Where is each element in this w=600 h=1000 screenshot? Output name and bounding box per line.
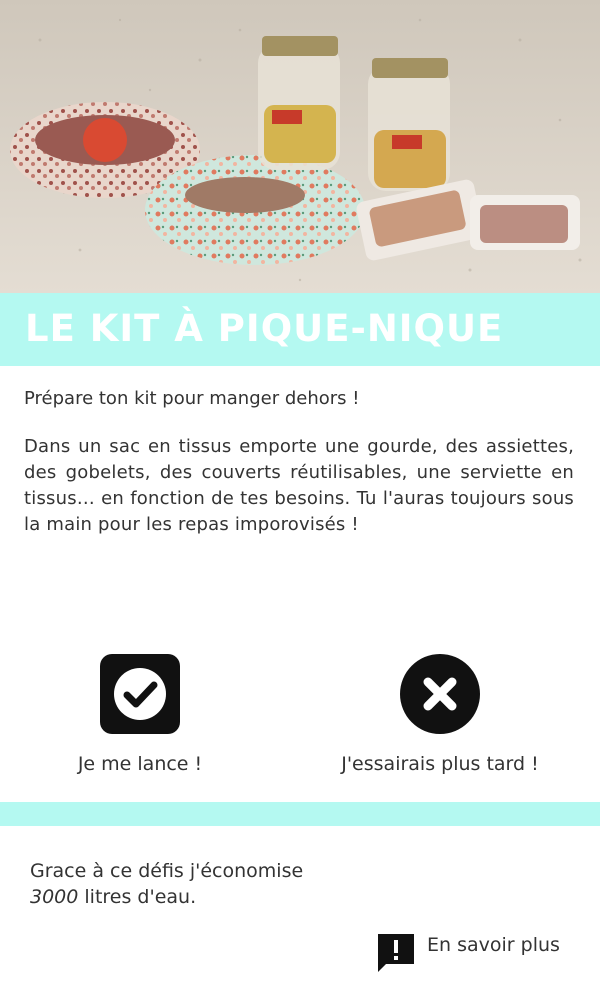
description-text: Dans un sac en tissus emporte une gourde… [24,436,574,535]
page-title: LE KIT À PIQUE-NIQUE [25,307,504,350]
picnic-photo [0,0,600,293]
check-icon[interactable] [100,654,180,734]
accept-action[interactable]: Je me lance ! [10,650,270,776]
hero-image [0,0,600,293]
saving-prefix: Grace à ce défis j'économise [30,860,304,882]
accept-button-label[interactable]: Je me lance ! [10,752,270,776]
saving-suffix: litres d'eau. [78,886,197,908]
saving-value: 3000 [30,886,79,908]
section-divider [0,802,600,826]
decline-action[interactable]: J'essairais plus tard ! [310,650,570,776]
feedback-icon[interactable] [376,932,416,976]
intro-text: Prépare ton kit pour manger dehors ! [24,388,360,409]
close-icon[interactable] [400,654,480,734]
learn-more-link[interactable]: En savoir plus [376,932,560,976]
learn-more-label[interactable]: En savoir plus [427,934,560,956]
saving-info: Grace à ce défis j'économise 3000 litres… [30,858,360,910]
decline-button-label[interactable]: J'essairais plus tard ! [310,752,570,776]
